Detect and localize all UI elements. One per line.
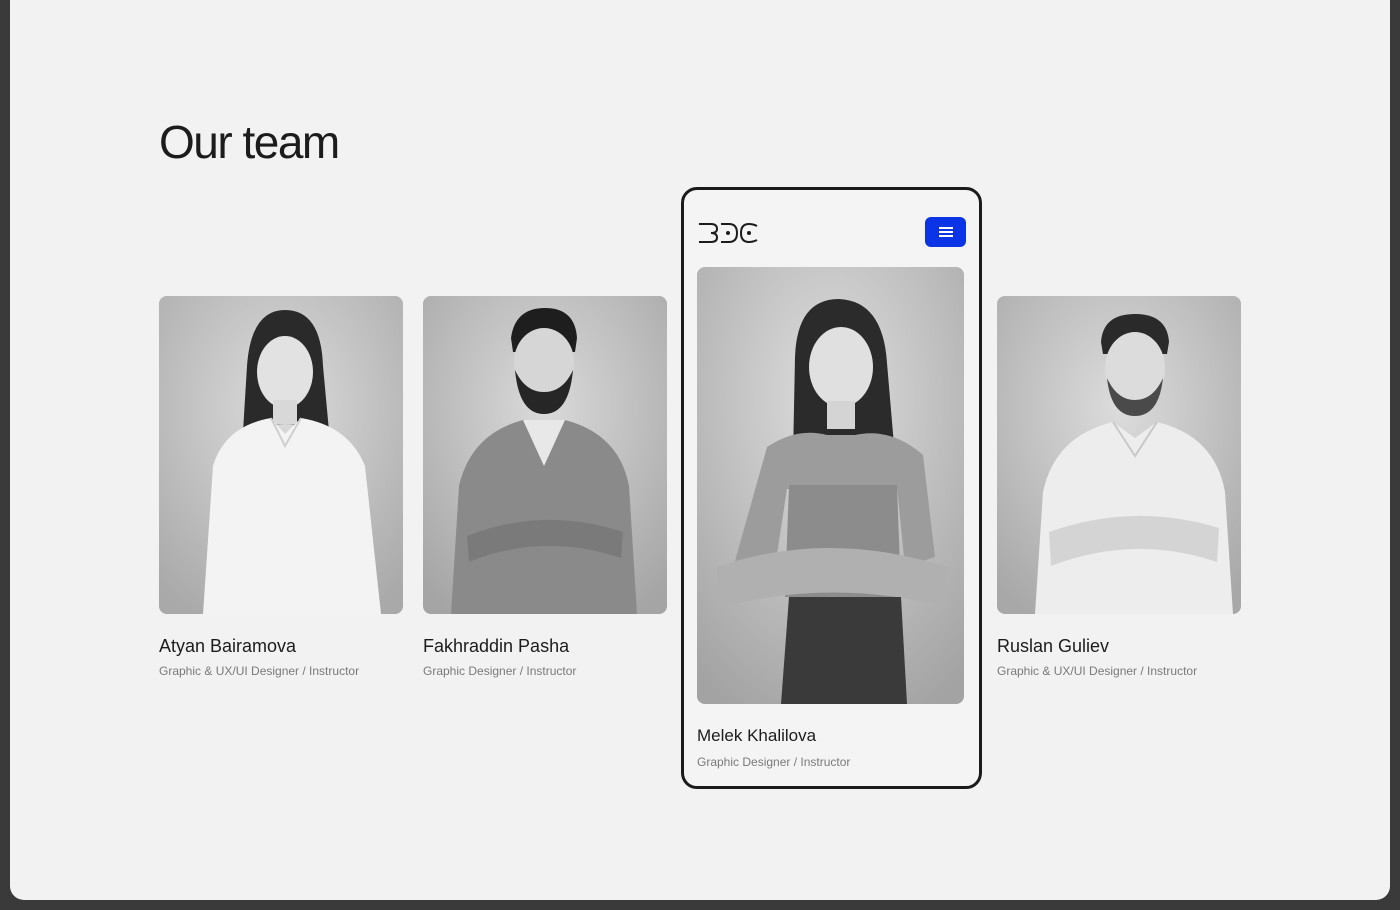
team-member-role: Graphic & UX/UI Designer / Instructor: [159, 664, 360, 678]
hamburger-menu-icon: [939, 227, 953, 237]
team-page: Our team Atyan Bairamova Graphic & UX/UI: [10, 0, 1390, 900]
team-member-name: Ruslan Guliev: [997, 636, 1110, 656]
team-member-role: Graphic Designer / Instructor: [697, 755, 851, 769]
team-member-card[interactable]: Fakhraddin Pasha Graphic Designer / Inst…: [423, 296, 667, 679]
team-member-role: Graphic Designer / Instructor: [423, 664, 577, 678]
menu-button[interactable]: [925, 217, 966, 247]
team-member-name: Atyan Bairamova: [159, 636, 297, 656]
team-member-card[interactable]: Atyan Bairamova Graphic & UX/UI Designer…: [159, 296, 403, 679]
team-member-photo: [697, 267, 964, 704]
page-title: Our team: [159, 116, 340, 168]
team-member-photo: [423, 296, 667, 614]
team-member-role: Graphic & UX/UI Designer / Instructor: [997, 664, 1198, 678]
mobile-preview-frame: Melek Khalilova Graphic Designer / Instr…: [681, 187, 982, 789]
team-member-photo: [159, 296, 403, 614]
team-member-name: Melek Khalilova: [697, 726, 817, 745]
team-member-name: Fakhraddin Pasha: [423, 636, 570, 656]
team-member-photo: [997, 296, 1241, 614]
bdc-logo[interactable]: [697, 221, 759, 245]
team-member-card[interactable]: Ruslan Guliev Graphic & UX/UI Designer /…: [997, 296, 1241, 679]
